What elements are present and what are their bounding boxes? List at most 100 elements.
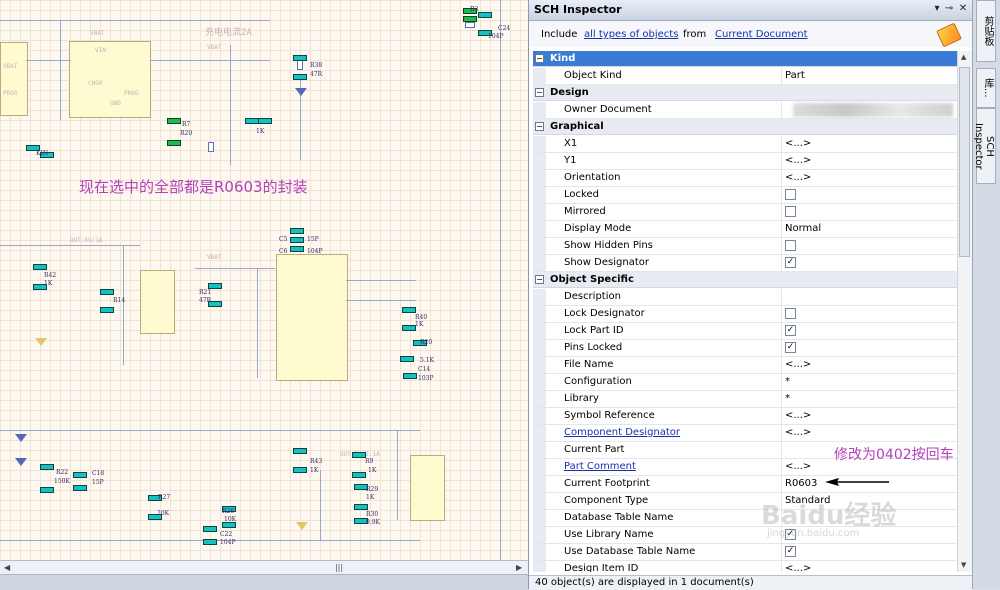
property-value[interactable]: <...> xyxy=(785,461,811,472)
property-row[interactable]: Pins Locked ✓ xyxy=(533,340,957,357)
selected-component[interactable] xyxy=(203,526,217,532)
property-value-cell[interactable] xyxy=(781,238,957,254)
scroll-thumb[interactable]: ||| xyxy=(330,564,348,572)
scroll-up-icon[interactable]: ▲ xyxy=(961,53,966,61)
selected-component[interactable] xyxy=(354,504,368,510)
scroll-right-icon[interactable]: ▶ xyxy=(516,563,522,572)
tab-sch-inspector[interactable]: SCH Inspector xyxy=(973,108,996,184)
property-row[interactable]: Configuration * xyxy=(533,374,957,391)
property-row[interactable]: File Name <...> xyxy=(533,357,957,374)
property-row[interactable]: Description xyxy=(533,289,957,306)
selected-component[interactable] xyxy=(293,74,307,80)
tab-library[interactable]: 库... xyxy=(976,68,996,108)
checkbox-unchecked[interactable] xyxy=(785,240,796,251)
selected-component[interactable] xyxy=(40,487,54,493)
property-row[interactable]: Display Mode Normal xyxy=(533,221,957,238)
checkbox-checked[interactable]: ✓ xyxy=(785,325,796,336)
property-value-cell[interactable] xyxy=(781,204,957,220)
checkbox-unchecked[interactable] xyxy=(785,308,796,319)
property-row[interactable]: Use Database Table Name ✓ xyxy=(533,544,957,561)
property-value[interactable]: R0603 xyxy=(785,478,817,489)
property-value-cell[interactable] xyxy=(781,102,957,118)
tab-clipboard[interactable]: 剪贴板 xyxy=(976,0,996,62)
selected-component[interactable] xyxy=(258,118,272,124)
selected-component[interactable] xyxy=(352,452,366,458)
property-value-cell[interactable]: <...> xyxy=(781,408,957,424)
property-row[interactable]: Show Designator ✓ xyxy=(533,255,957,272)
opamp-ic-2[interactable] xyxy=(410,455,445,521)
selected-component[interactable] xyxy=(293,467,307,473)
selected-component[interactable] xyxy=(203,539,217,545)
selected-component[interactable] xyxy=(40,464,54,470)
property-value[interactable]: * xyxy=(785,393,790,404)
selected-component[interactable] xyxy=(100,307,114,313)
property-value[interactable]: <...> xyxy=(785,138,811,149)
selected-component[interactable] xyxy=(73,472,87,478)
property-row[interactable]: Lock Designator xyxy=(533,306,957,323)
property-row[interactable]: Library * xyxy=(533,391,957,408)
selected-component[interactable] xyxy=(400,356,414,362)
property-value-cell[interactable]: <...> xyxy=(781,561,957,572)
property-value-cell[interactable]: ✓ xyxy=(781,544,957,560)
selected-component[interactable] xyxy=(403,373,417,379)
property-row[interactable]: Show Hidden Pins xyxy=(533,238,957,255)
scroll-thumb[interactable] xyxy=(959,67,970,257)
property-value-cell[interactable]: <...> xyxy=(781,425,957,441)
property-row[interactable]: Object Kind Part xyxy=(533,68,957,85)
property-name-link[interactable]: Component Designator xyxy=(564,427,680,438)
selected-component[interactable] xyxy=(293,55,307,61)
selected-component[interactable] xyxy=(290,246,304,252)
dropdown-icon[interactable]: ▾ xyxy=(931,3,943,15)
checkbox-checked[interactable]: ✓ xyxy=(785,546,796,557)
property-row[interactable]: Locked xyxy=(533,187,957,204)
property-value-cell[interactable]: ✓ xyxy=(781,323,957,339)
property-row[interactable]: Lock Part ID ✓ xyxy=(533,323,957,340)
property-value[interactable]: * xyxy=(785,376,790,387)
property-value[interactable]: <...> xyxy=(785,172,811,183)
property-value[interactable]: <...> xyxy=(785,155,811,166)
selected-component[interactable] xyxy=(33,264,47,270)
property-value-cell[interactable]: ✓ xyxy=(781,340,957,356)
property-row[interactable]: Y1 <...> xyxy=(533,153,957,170)
property-value-cell[interactable] xyxy=(781,187,957,203)
property-value-cell[interactable]: Normal xyxy=(781,221,957,237)
scroll-down-icon[interactable]: ▼ xyxy=(961,561,966,569)
collapse-icon[interactable]: − xyxy=(535,275,544,284)
property-row[interactable]: Orientation <...> xyxy=(533,170,957,187)
property-row[interactable]: Symbol Reference <...> xyxy=(533,408,957,425)
charger-ic-left[interactable] xyxy=(0,42,28,116)
property-value-cell[interactable]: ✓ xyxy=(781,255,957,271)
property-value-cell[interactable]: Part xyxy=(781,68,957,84)
schematic-canvas[interactable]: VBAT PROG VIN CHG0 GND PROG 充电电流2A VBAT … xyxy=(0,0,528,560)
property-value[interactable]: <...> xyxy=(785,359,811,370)
pin-icon[interactable]: ⊸ xyxy=(943,3,955,15)
vertical-scrollbar[interactable]: ▲ ▼ xyxy=(957,51,972,572)
property-value-cell[interactable]: * xyxy=(781,391,957,407)
selected-component[interactable] xyxy=(402,307,416,313)
property-row[interactable]: Design Item ID <...> xyxy=(533,561,957,572)
selected-component[interactable] xyxy=(167,118,181,124)
horizontal-scrollbar[interactable]: ◀ ||| ▶ xyxy=(0,560,528,575)
opamp-ic-1[interactable] xyxy=(140,270,175,334)
property-row[interactable]: Mirrored xyxy=(533,204,957,221)
scope-link[interactable]: Current Document xyxy=(715,29,808,40)
property-value-cell[interactable]: <...> xyxy=(781,153,957,169)
selected-component[interactable] xyxy=(245,118,259,124)
selected-component[interactable] xyxy=(352,472,366,478)
property-value[interactable]: <...> xyxy=(785,410,811,421)
scroll-left-icon[interactable]: ◀ xyxy=(4,563,10,572)
collapse-icon[interactable]: − xyxy=(535,88,544,97)
property-row[interactable]: Current Footprint R0603 xyxy=(533,476,957,493)
checkbox-unchecked[interactable] xyxy=(785,206,796,217)
selected-component[interactable] xyxy=(402,325,416,331)
section-header[interactable]: − Graphical xyxy=(533,119,957,135)
collapse-icon[interactable]: − xyxy=(535,122,544,131)
property-value-cell[interactable]: <...> xyxy=(781,136,957,152)
section-header[interactable]: − Design xyxy=(533,85,957,101)
selected-component[interactable] xyxy=(167,140,181,146)
property-row[interactable]: Component Designator <...> xyxy=(533,425,957,442)
selected-component[interactable] xyxy=(290,228,304,234)
selected-component[interactable] xyxy=(73,485,87,491)
property-value-cell[interactable]: * xyxy=(781,374,957,390)
selected-component[interactable] xyxy=(463,16,477,22)
